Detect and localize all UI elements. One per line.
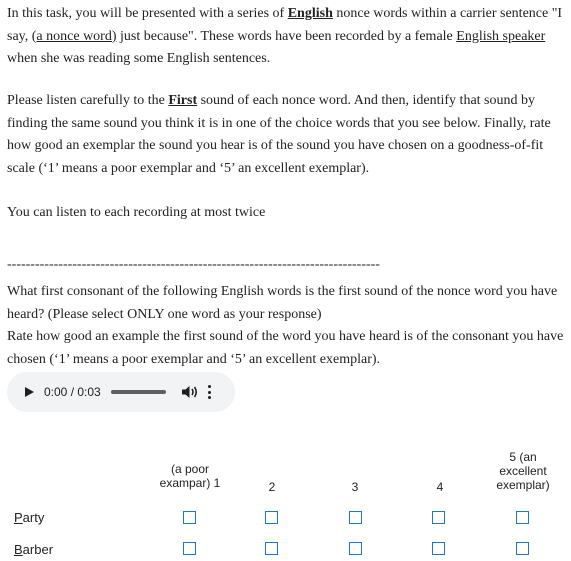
scale-header-4: 4 [436,480,444,494]
intro-text: when she was reading some English senten… [7,51,271,66]
party-rating-1-checkbox[interactable] [183,511,196,524]
party-rating-3-checkbox[interactable] [349,511,362,524]
row-label-party: Party [14,510,44,525]
intro-nonce: a nonce word) [36,28,117,44]
row-label-first-letter: P [14,510,23,525]
scale-header-2: 2 [268,480,276,494]
intro-text: In this task, you will be presented with… [7,6,288,21]
party-rating-5-checkbox[interactable] [516,511,529,524]
party-rating-2-checkbox[interactable] [265,511,278,524]
instructions-paragraph: Please listen carefully to the First sou… [7,90,567,180]
barber-rating-4-checkbox[interactable] [432,542,445,555]
row-label-first-letter: B [14,542,23,557]
barber-rating-5-checkbox[interactable] [516,542,529,555]
barber-rating-2-checkbox[interactable] [265,542,278,555]
divider-line: ----------------------------------------… [7,257,380,272]
barber-rating-3-checkbox[interactable] [349,542,362,555]
intro-text: just because". These words have been rec… [116,28,457,44]
more-options-icon[interactable] [206,384,214,400]
row-label-rest: arber [22,542,54,557]
audio-time: 0:00 / 0:03 [44,385,101,399]
instructions-text: Please listen carefully to the [7,93,169,108]
volume-icon[interactable] [180,384,200,400]
play-icon[interactable] [25,387,34,397]
audio-progress-slider[interactable] [110,390,166,394]
intro-english: English [287,6,333,21]
instructions-first: First [168,93,198,108]
audio-player: 0:00 / 0:03 [7,372,235,412]
scale-header-1: (a poor exampar) 1 [159,462,221,490]
row-label-barber: Barber [14,542,53,557]
question-line-2: Rate how good an example the first sound… [7,329,564,367]
row-label-rest: arty [22,510,45,525]
listen-note: You can listen to each recording at most… [7,205,266,220]
barber-rating-1-checkbox[interactable] [183,542,196,555]
intro-speaker: English speaker [456,28,546,44]
party-rating-4-checkbox[interactable] [432,511,445,524]
intro-paragraph: In this task, you will be presented with… [7,3,567,71]
question-line-1: What first consonant of the following En… [7,284,558,322]
scale-header-3: 3 [351,480,359,494]
survey-page: In this task, you will be presented with… [0,0,571,561]
scale-header-5: 5 (an excellent exemplar) [496,450,550,492]
